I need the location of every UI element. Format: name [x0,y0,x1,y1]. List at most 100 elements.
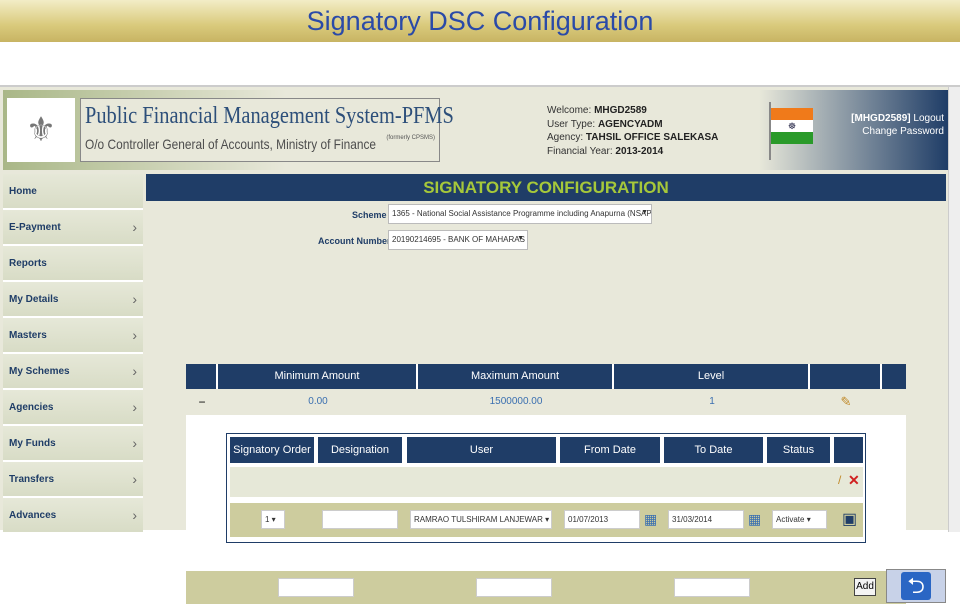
header-to-date: To Date [664,437,763,463]
maximum-amount-input[interactable] [476,578,552,597]
return-button[interactable]: ⮌ [886,569,946,603]
chevron-right-icon: › [132,363,137,379]
welcome-label: Welcome: [547,105,595,116]
main-content: SIGNATORY CONFIGURATION Scheme 1365 - Na… [146,174,946,604]
edit-pencil-icon[interactable]: ✎ [810,389,882,415]
min-amount: 0.00 [308,396,328,407]
sidebar-item-my-details[interactable]: My Details › [3,282,143,318]
header-from-date: From Date [560,437,660,463]
sidebar-item-label: Transfers [9,473,55,485]
header-designation: Designation [318,437,402,463]
fy-value: 2013-2014 [615,145,664,157]
header-level: Level [614,364,810,389]
calendar-icon[interactable]: ▦ [748,511,761,528]
sidebar-item-label: Reports [9,257,47,269]
calendar-icon[interactable]: ▦ [644,511,657,528]
header-blank [186,364,218,389]
max-amount: 1500000.00 [489,396,543,407]
header-maximum-amount: Maximum Amount [418,364,614,389]
signatory-table: Signatory Order Designation User From Da… [226,433,866,543]
save-icon[interactable]: ▣ [842,509,857,529]
chevron-right-icon: › [132,507,137,523]
agency-label: Agency: [547,132,586,143]
level-input[interactable] [674,578,750,597]
table-row-edit: 1 ▾ RAMRAO TULSHIRAM LANJEWAR ▾ 01/07/20… [230,503,863,537]
collapse-icon[interactable]: − [194,389,210,415]
chevron-down-icon: ▼ [641,209,648,216]
account-number-value: 20190214695 - BANK OF MAHARAS [392,235,525,244]
header-status: Status [767,437,830,463]
from-date-input[interactable]: 01/07/2013 [564,510,640,529]
sidebar-item-home[interactable]: Home [3,174,143,210]
scheme-label: Scheme [352,210,387,220]
header-signatory-order: Signatory Order [230,437,314,463]
sidebar-item-label: My Details [9,293,59,305]
browser-page: ⚜ Public Financial Management System-PFM… [0,85,960,604]
sidebar-item-label: E-Payment [9,221,61,233]
agency-value: TAHSIL OFFICE SALEKASA [585,132,719,143]
edit-pencil-icon[interactable]: / [838,473,841,487]
scrollbar[interactable] [948,87,960,532]
chevron-right-icon: › [132,291,137,307]
slide-title: Signatory DSC Configuration [0,0,960,42]
account-number-label: Account Number [318,236,391,246]
sidebar-item-agencies[interactable]: Agencies › [3,390,143,426]
change-password-link[interactable]: Change Password [851,125,944,138]
signatory-order-select[interactable]: 1 ▾ [261,510,285,529]
designation-input[interactable] [322,510,398,529]
table-row-empty: / ✕ [230,467,863,497]
status-select[interactable]: Activate ▾ [772,510,827,529]
header-actions [834,437,863,463]
delete-x-icon[interactable]: ✕ [848,472,860,489]
to-date-input[interactable]: 31/03/2014 [668,510,744,529]
sidebar-item-my-funds[interactable]: My Funds › [3,426,143,462]
logo-title: Public Financial Management System-PFMS [85,103,454,129]
minimum-amount-input[interactable] [278,578,354,597]
level: 1 [709,396,715,407]
account-number-select[interactable]: 20190214695 - BANK OF MAHARAS ▼ [388,230,528,250]
header-minimum-amount: Minimum Amount [218,364,418,389]
user-info: Welcome: MHGD2589 User Type: AGENCYADM A… [547,104,718,158]
chevron-right-icon: › [132,219,137,235]
logo-subtitle: O/o Controller General of Accounts, Mini… [85,136,377,152]
chevron-right-icon: › [132,327,137,343]
user-tag: [MHGD2589] [851,113,911,124]
pfms-logo: Public Financial Management System-PFMS … [80,98,454,162]
header-blank2 [882,364,906,389]
sidebar-item-label: My Schemes [9,365,70,377]
sidebar-item-advances[interactable]: Advances › [3,498,143,534]
welcome-value: MHGD2589 [594,105,647,116]
table-row: − 0.00 1500000.00 1 ✎ [186,389,906,415]
sidebar-item-e-payment[interactable]: E-Payment › [3,210,143,246]
chevron-right-icon: › [132,435,137,451]
sidebar-item-transfers[interactable]: Transfers › [3,462,143,498]
sidebar-item-masters[interactable]: Masters › [3,318,143,354]
header-user: User [407,437,556,463]
signatory-order-value: 1 [265,515,270,524]
user-type-value: AGENCYADM [597,118,663,130]
chevron-down-icon: ▼ [517,235,524,242]
scheme-select[interactable]: 1365 - National Social Assistance Progra… [388,204,652,224]
sidebar: Home E-Payment › Reports My Details › Masters ›… [3,174,143,534]
return-arrow-icon: ⮌ [901,572,931,600]
chevron-right-icon: › [132,471,137,487]
user-links: [MHGD2589] Logout Change Password [851,112,944,138]
national-emblem-icon: ⚜ [7,98,75,162]
header-edit [810,364,882,389]
logo-small: (formerly CPSMS) [386,135,435,141]
sidebar-item-label: Advances [9,509,57,521]
user-type-label: User Type: [547,118,598,130]
logout-link[interactable]: Logout [913,113,944,124]
page-title: SIGNATORY CONFIGURATION [146,174,946,201]
add-row: Add [186,571,906,604]
sidebar-item-label: Masters [9,329,47,341]
header: ⚜ Public Financial Management System-PFM… [3,90,948,170]
sidebar-item-my-schemes[interactable]: My Schemes › [3,354,143,390]
add-button[interactable]: Add [854,578,876,596]
user-select[interactable]: RAMRAO TULSHIRAM LANJEWAR ▾ [410,510,552,529]
india-flag-icon: ☸ [769,102,815,160]
status-value: Activate [776,515,805,524]
sidebar-item-reports[interactable]: Reports [3,246,143,282]
sidebar-item-label: Home [9,185,37,197]
sidebar-item-label: My Funds [9,437,56,449]
